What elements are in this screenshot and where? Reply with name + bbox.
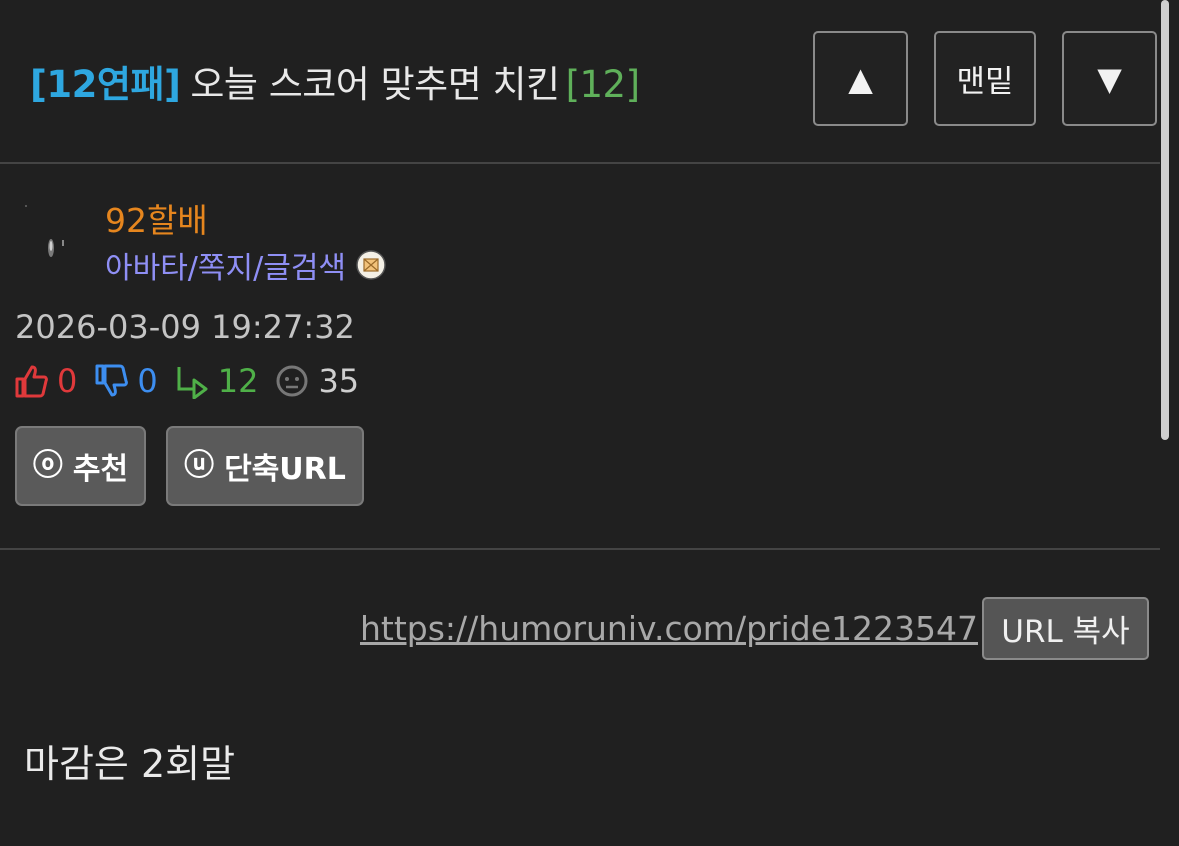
comment-count[interactable]: [12]: [566, 63, 640, 106]
avatar[interactable]: [18, 198, 90, 270]
post-stats: 0 0 12 35: [13, 362, 375, 400]
recommend-icon: ⓞ: [32, 448, 63, 483]
short-url-label: 단축URL: [224, 452, 346, 487]
view-count: 35: [318, 362, 360, 400]
scroll-down-button[interactable]: ▼: [1062, 31, 1157, 126]
reply-arrow-icon: [177, 367, 208, 399]
scroll-up-button[interactable]: ▲: [813, 31, 908, 126]
short-url-button[interactable]: ⓤ 단축URL: [166, 426, 364, 506]
section-divider: [0, 548, 1160, 550]
post-header: [12연패] 오늘 스코어 맞추면 치킨 [12] ▲ 맨밑 ▼: [0, 0, 1179, 162]
category-tag: [12연패]: [30, 63, 181, 106]
post-date: 2026-03-09 19:27:32: [15, 308, 355, 346]
like-count: 0: [57, 362, 78, 400]
thumbs-up-icon: [15, 365, 48, 398]
author-links: 아바타/쪽지/글검색: [105, 243, 386, 287]
post-body: 마감은 2회말: [24, 742, 236, 786]
header-divider: [0, 162, 1160, 164]
post-title: [12연패] 오늘 스코어 맞추면 치킨 [12]: [30, 54, 640, 108]
face-icon: [276, 365, 308, 397]
recommend-button[interactable]: ⓞ 추천: [15, 426, 146, 506]
copy-url-button[interactable]: URL 복사: [982, 597, 1149, 660]
dislike-count: 0: [137, 362, 158, 400]
short-url-icon: ⓤ: [184, 448, 215, 483]
thumbs-down-icon: [95, 364, 129, 397]
author-links-label[interactable]: 아바타/쪽지/글검색: [105, 243, 346, 287]
recommend-label: 추천: [72, 452, 129, 487]
scrollbar[interactable]: [1161, 0, 1169, 440]
post-subject: 오늘 스코어 맞추면 치킨: [190, 63, 560, 106]
post-url-link[interactable]: https://humoruniv.com/pride1223547: [360, 609, 978, 648]
scroll-bottom-button[interactable]: 맨밑: [934, 31, 1036, 126]
author-name[interactable]: 92할배: [105, 194, 208, 242]
reply-count: 12: [217, 362, 259, 400]
envelope-icon[interactable]: [356, 250, 386, 280]
